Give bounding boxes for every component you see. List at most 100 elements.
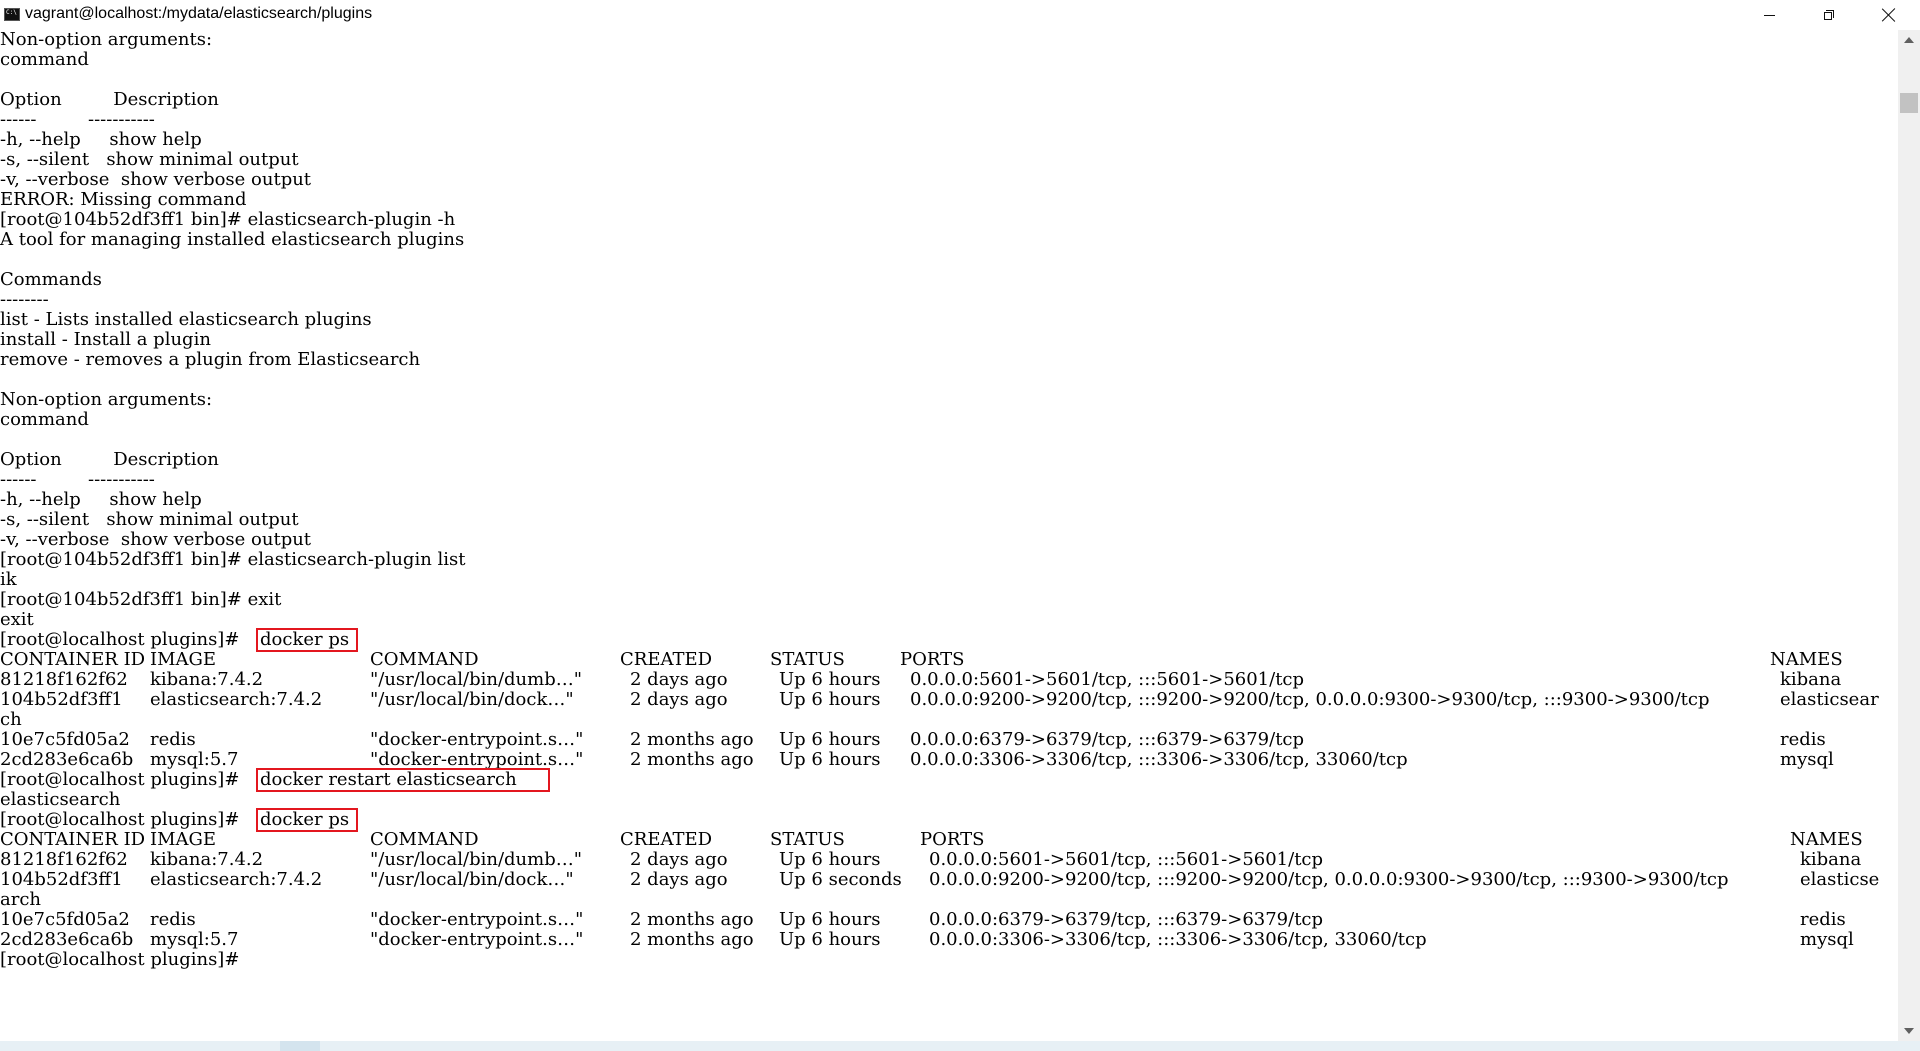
table-cell-command: "/usr/local/bin/dock…" [370, 869, 574, 890]
console-output[interactable]: Non-option arguments: command Option Des… [0, 30, 1898, 1041]
table-cell-created: 2 months ago [630, 929, 754, 950]
shell-prompt: [root@localhost plugins]# [0, 769, 246, 790]
console-line: remove - removes a plugin from Elasticse… [0, 349, 421, 370]
minimize-button[interactable] [1746, 0, 1792, 30]
table-cell-container-id: 2cd283e6ca6b [0, 749, 134, 770]
table-cell-ports: 0.0.0.0:6379->6379/tcp, :::6379->6379/tc… [929, 909, 1324, 930]
console-line: -v, --verbose show verbose output [0, 169, 312, 190]
highlight-box [256, 628, 358, 652]
table-cell-image: kibana:7.4.2 [150, 669, 264, 690]
console-line: [root@104b52df3ff1 bin]# elasticsearch-p… [0, 209, 456, 230]
shell-prompt[interactable]: [root@localhost plugins]# [0, 950, 245, 970]
table-cell-ports: 0.0.0.0:9200->9200/tcp, :::9200->9200/tc… [910, 689, 1710, 710]
table-header-command: COMMAND [370, 649, 479, 670]
table-cell-image: mysql:5.7 [150, 929, 239, 950]
shell-prompt: [root@localhost plugins]# [0, 629, 246, 650]
console-line: exit [0, 609, 34, 630]
highlight-box [256, 768, 550, 792]
console-line: ------ ----------- [0, 469, 155, 490]
restore-button[interactable] [1806, 0, 1852, 30]
console-line: ------ ----------- [0, 109, 155, 130]
table-cell-names: mysql [1800, 929, 1854, 950]
scrollbar-thumb[interactable] [1900, 93, 1918, 113]
table-header-created: CREATED [620, 649, 713, 670]
table-cell-status: Up 6 hours [779, 689, 881, 710]
scroll-down-button[interactable] [1898, 1021, 1920, 1041]
table-cell-ports: 0.0.0.0:6379->6379/tcp, :::6379->6379/tc… [910, 729, 1305, 750]
terminal-window: vagrant@localhost:/mydata/elasticsearch/… [0, 0, 1920, 1051]
table-cell-names: redis [1780, 729, 1826, 750]
console-line: -h, --help show help [0, 129, 202, 150]
table-cell-ports: 0.0.0.0:5601->5601/tcp, :::5601->5601/tc… [910, 669, 1305, 690]
table-cell-status: Up 6 hours [779, 909, 881, 930]
console-line: Commands [0, 269, 102, 290]
taskbar-segment [320, 1041, 1920, 1051]
table-cell-status: Up 6 hours [779, 929, 881, 950]
table-cell-created: 2 months ago [630, 909, 754, 930]
restore-icon [1824, 10, 1834, 20]
console-line: Non-option arguments: [0, 30, 213, 50]
table-cell-container-id: 81218f162f62 [0, 669, 128, 690]
arrow-down-icon [1904, 1028, 1914, 1034]
table-header-image: IMAGE [150, 649, 217, 670]
console-line: -s, --silent show minimal output [0, 149, 299, 170]
table-cell-command: "docker-entrypoint.s…" [370, 929, 584, 950]
table-cell-ports: 0.0.0.0:3306->3306/tcp, :::3306->3306/tc… [929, 929, 1427, 950]
console-line: [root@104b52df3ff1 bin]# exit [0, 589, 282, 610]
close-icon [1882, 8, 1896, 22]
table-cell-command: "/usr/local/bin/dock…" [370, 689, 574, 710]
arrow-up-icon [1904, 37, 1914, 43]
title-bar[interactable]: vagrant@localhost:/mydata/elasticsearch/… [0, 0, 1920, 30]
table-cell-ports: 0.0.0.0:5601->5601/tcp, :::5601->5601/tc… [929, 849, 1324, 870]
console-line: -h, --help show help [0, 489, 202, 510]
wrapped-name: arch [0, 889, 42, 910]
table-cell-names: redis [1800, 909, 1846, 930]
table-cell-command: "docker-entrypoint.s…" [370, 729, 584, 750]
table-cell-ports: 0.0.0.0:9200->9200/tcp, :::9200->9200/tc… [929, 869, 1729, 890]
table-cell-created: 2 months ago [630, 749, 754, 770]
vertical-scrollbar[interactable] [1898, 30, 1920, 1041]
console-line: -v, --verbose show verbose output [0, 529, 312, 550]
table-header-container-id: CONTAINER ID [0, 829, 146, 850]
cmd-icon [4, 8, 20, 21]
table-header-created: CREATED [620, 829, 713, 850]
table-cell-created: 2 days ago [630, 669, 728, 690]
console-line: ERROR: Missing command [0, 189, 247, 210]
table-cell-names: elasticse [1800, 869, 1880, 890]
table-cell-created: 2 days ago [630, 849, 728, 870]
minimize-icon [1763, 14, 1775, 16]
table-cell-image: redis [150, 909, 196, 930]
table-cell-container-id: 104b52df3ff1 [0, 689, 123, 710]
table-cell-status: Up 6 hours [779, 749, 881, 770]
table-cell-command: "/usr/local/bin/dumb…" [370, 669, 582, 690]
table-header-image: IMAGE [150, 829, 217, 850]
console-line: list - Lists installed elasticsearch plu… [0, 309, 372, 330]
console-line: Option Description [0, 449, 219, 470]
table-cell-image: kibana:7.4.2 [150, 849, 264, 870]
table-cell-container-id: 10e7c5fd05a2 [0, 729, 130, 750]
table-header-ports: PORTS [900, 649, 965, 670]
close-button[interactable] [1866, 0, 1912, 30]
table-header-status: STATUS [770, 649, 845, 670]
table-cell-names: kibana [1780, 669, 1842, 690]
console-line: -------- [0, 289, 49, 310]
table-cell-command: "/usr/local/bin/dumb…" [370, 849, 582, 870]
window-title: vagrant@localhost:/mydata/elasticsearch/… [25, 5, 373, 22]
console-line: Non-option arguments: [0, 389, 213, 410]
table-header-ports: PORTS [920, 829, 985, 850]
highlight-box [256, 808, 358, 832]
shell-prompt: [root@localhost plugins]# [0, 809, 246, 830]
table-cell-created: 2 days ago [630, 869, 728, 890]
table-header-command: COMMAND [370, 829, 479, 850]
table-cell-ports: 0.0.0.0:3306->3306/tcp, :::3306->3306/tc… [910, 749, 1408, 770]
scroll-up-button[interactable] [1898, 30, 1920, 50]
table-header-names: NAMES [1790, 829, 1863, 850]
console-line: command [0, 49, 89, 70]
table-cell-created: 2 days ago [630, 689, 728, 710]
console-line: Option Description [0, 89, 219, 110]
table-cell-image: elasticsearch:7.4.2 [150, 869, 323, 890]
table-cell-created: 2 months ago [630, 729, 754, 750]
table-cell-status: Up 6 hours [779, 849, 881, 870]
console-line: A tool for managing installed elasticsea… [0, 229, 465, 250]
table-header-status: STATUS [770, 829, 845, 850]
